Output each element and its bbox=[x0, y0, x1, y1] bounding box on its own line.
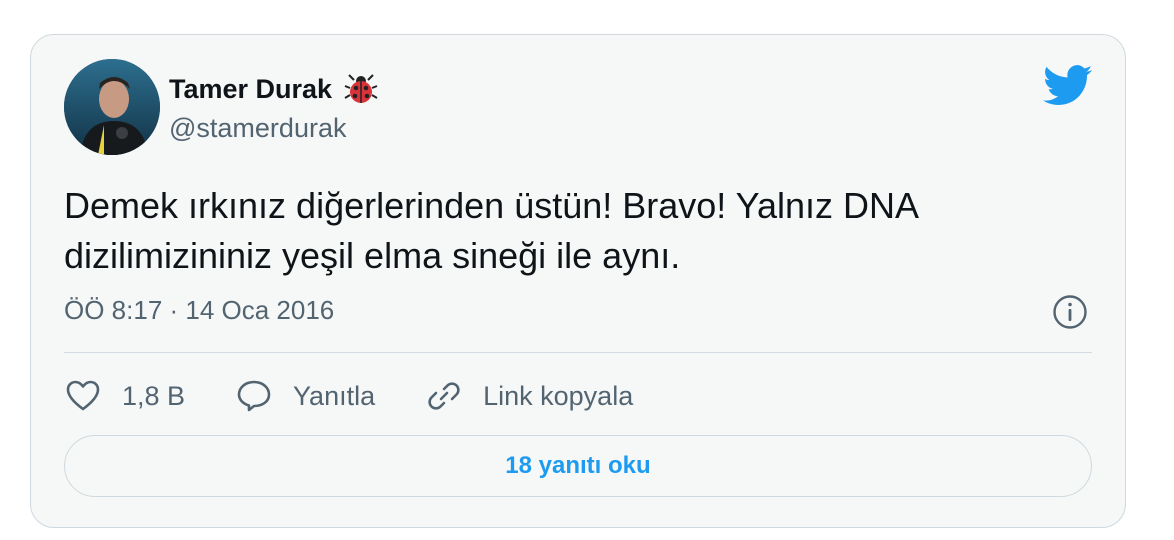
tweet-card[interactable]: Tamer Durak @stamerdurak Demek ırkınız d… bbox=[30, 34, 1126, 528]
heart-icon bbox=[66, 380, 100, 411]
avatar-image bbox=[64, 59, 160, 155]
author-name[interactable]: Tamer Durak bbox=[169, 74, 332, 105]
reply-label: Yanıtla bbox=[293, 380, 376, 411]
link-icon bbox=[428, 382, 460, 410]
like-count: 1,8 B bbox=[122, 380, 186, 411]
like-button[interactable]: 1,8 B bbox=[64, 377, 185, 415]
divider bbox=[64, 352, 1092, 353]
tweet-text-line-1: Demek ırkınız diğerlerinden üstün! Bravo… bbox=[64, 185, 920, 226]
speech-bubble-icon bbox=[237, 380, 271, 412]
avatar[interactable] bbox=[64, 59, 160, 155]
ladybug-icon bbox=[344, 72, 378, 106]
author-name-row[interactable]: Tamer Durak bbox=[169, 69, 378, 109]
twitter-bird-icon[interactable] bbox=[1043, 65, 1093, 107]
timestamp-link[interactable]: ÖÖ 8:17 · 14 Oca 2016 bbox=[64, 295, 334, 326]
actions-bar: 1,8 B Yanıtla Link kopyala bbox=[64, 371, 683, 421]
tweet-text-line-2: dizilimizininiz yeşil elma sineği ile ay… bbox=[64, 235, 681, 276]
info-icon[interactable] bbox=[1051, 293, 1089, 331]
copy-link-button[interactable]: Link kopyala bbox=[425, 377, 633, 415]
author-handle[interactable]: @stamerdurak bbox=[169, 113, 346, 144]
read-replies-button[interactable]: 18 yanıtı oku bbox=[64, 435, 1092, 497]
tweet-text: Demek ırkınız diğerlerinden üstün! Bravo… bbox=[64, 181, 1084, 281]
reply-button[interactable]: Yanıtla bbox=[235, 377, 375, 415]
copy-link-label: Link kopyala bbox=[483, 380, 634, 411]
